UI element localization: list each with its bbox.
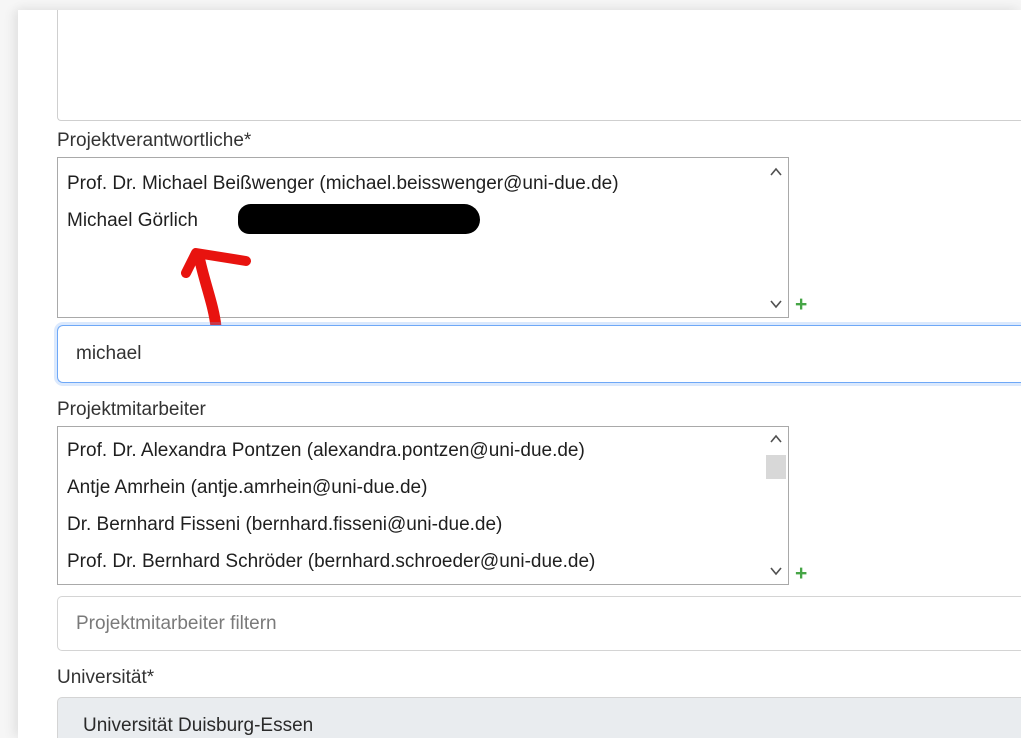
description-textarea[interactable] — [57, 10, 1021, 121]
list-item[interactable]: Michael Görlich — [67, 210, 198, 232]
chevron-up-icon[interactable] — [769, 432, 783, 446]
list-item[interactable]: Prof. Dr. Michael Beißwenger (michael.be… — [67, 173, 619, 195]
mitarbeiter-filter-input[interactable] — [57, 596, 1021, 651]
redaction-mark — [238, 204, 480, 234]
universitaet-value: Universität Duisburg-Essen — [83, 715, 314, 736]
list-item[interactable]: Dr. Bernhard Fisseni (bernhard.fisseni@u… — [67, 514, 502, 536]
mitarbeiter-listbox[interactable]: Prof. Dr. Alexandra Pontzen (alexandra.p… — [57, 426, 789, 585]
chevron-down-icon[interactable] — [769, 564, 783, 578]
verantwortliche-search-input[interactable] — [57, 325, 1021, 383]
verantwortliche-label: Projektverantwortliche* — [57, 130, 252, 151]
list-item[interactable]: Prof. Dr. Alexandra Pontzen (alexandra.p… — [67, 440, 585, 462]
list-item[interactable]: Prof. Dr. Bernhard Schröder (bernhard.sc… — [67, 551, 595, 573]
universitaet-label: Universität* — [57, 667, 155, 688]
mitarbeiter-label: Projektmitarbeiter — [57, 399, 206, 420]
add-verantwortliche-plus-icon[interactable]: + — [795, 294, 807, 315]
scrollbar[interactable] — [764, 158, 788, 317]
universitaet-select[interactable]: Universität Duisburg-Essen — [57, 697, 1021, 738]
scrollbar-thumb[interactable] — [766, 455, 786, 479]
add-mitarbeiter-plus-icon[interactable]: + — [795, 563, 807, 584]
list-item[interactable]: Antje Amrhein (antje.amrhein@uni-due.de) — [67, 477, 427, 499]
chevron-up-icon[interactable] — [769, 165, 783, 179]
chevron-down-icon[interactable] — [769, 297, 783, 311]
scrollbar[interactable] — [764, 427, 788, 584]
